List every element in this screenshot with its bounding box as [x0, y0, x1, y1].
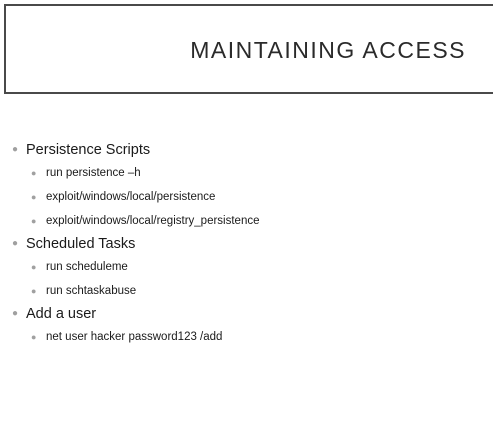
sub-bullet-dot-icon: ●: [31, 262, 37, 272]
bullet-item-add-a-user: ● Add a user: [12, 303, 482, 325]
title-box: MAINTAINING ACCESS: [4, 4, 493, 94]
sub-bullet-label: exploit/windows/local/registry_persisten…: [46, 215, 260, 227]
slide-title: MAINTAINING ACCESS: [190, 37, 466, 63]
sub-bullet-label: run schtaskabuse: [46, 285, 137, 297]
sub-bullet-dot-icon: ●: [31, 168, 37, 178]
bullet-list: ● Persistence Scripts ● run persistence …: [12, 139, 482, 349]
bullet-item-scheduled-tasks: ● Scheduled Tasks: [12, 233, 482, 255]
sub-bullet-dot-icon: ●: [31, 192, 37, 202]
sub-bullet-item: ● exploit/windows/local/persistence: [12, 185, 482, 209]
sub-bullet-dot-icon: ●: [31, 216, 37, 226]
bullet-dot-icon: ●: [12, 144, 19, 155]
bullet-dot-icon: ●: [12, 238, 19, 249]
bullet-item-persistence-scripts: ● Persistence Scripts: [12, 139, 482, 161]
sub-bullet-label: net user hacker password123 /add: [46, 331, 223, 343]
bullet-label: Scheduled Tasks: [26, 236, 136, 252]
sub-bullet-item: ● run scheduleme: [12, 255, 482, 279]
sub-bullet-label: run scheduleme: [46, 261, 128, 273]
bullet-label: Persistence Scripts: [26, 142, 151, 158]
sub-bullet-item: ● run persistence –h: [12, 161, 482, 185]
slide: MAINTAINING ACCESS ● Persistence Scripts…: [0, 0, 495, 423]
sub-bullet-label: exploit/windows/local/persistence: [46, 191, 216, 203]
sub-bullet-label: run persistence –h: [46, 167, 141, 179]
sub-bullet-item: ● exploit/windows/local/registry_persist…: [12, 209, 482, 233]
bullet-label: Add a user: [26, 306, 97, 322]
sub-bullet-item: ● run schtaskabuse: [12, 279, 482, 303]
sub-bullet-dot-icon: ●: [31, 332, 37, 342]
sub-bullet-item: ● net user hacker password123 /add: [12, 325, 482, 349]
bullet-dot-icon: ●: [12, 308, 19, 319]
sub-bullet-dot-icon: ●: [31, 286, 37, 296]
